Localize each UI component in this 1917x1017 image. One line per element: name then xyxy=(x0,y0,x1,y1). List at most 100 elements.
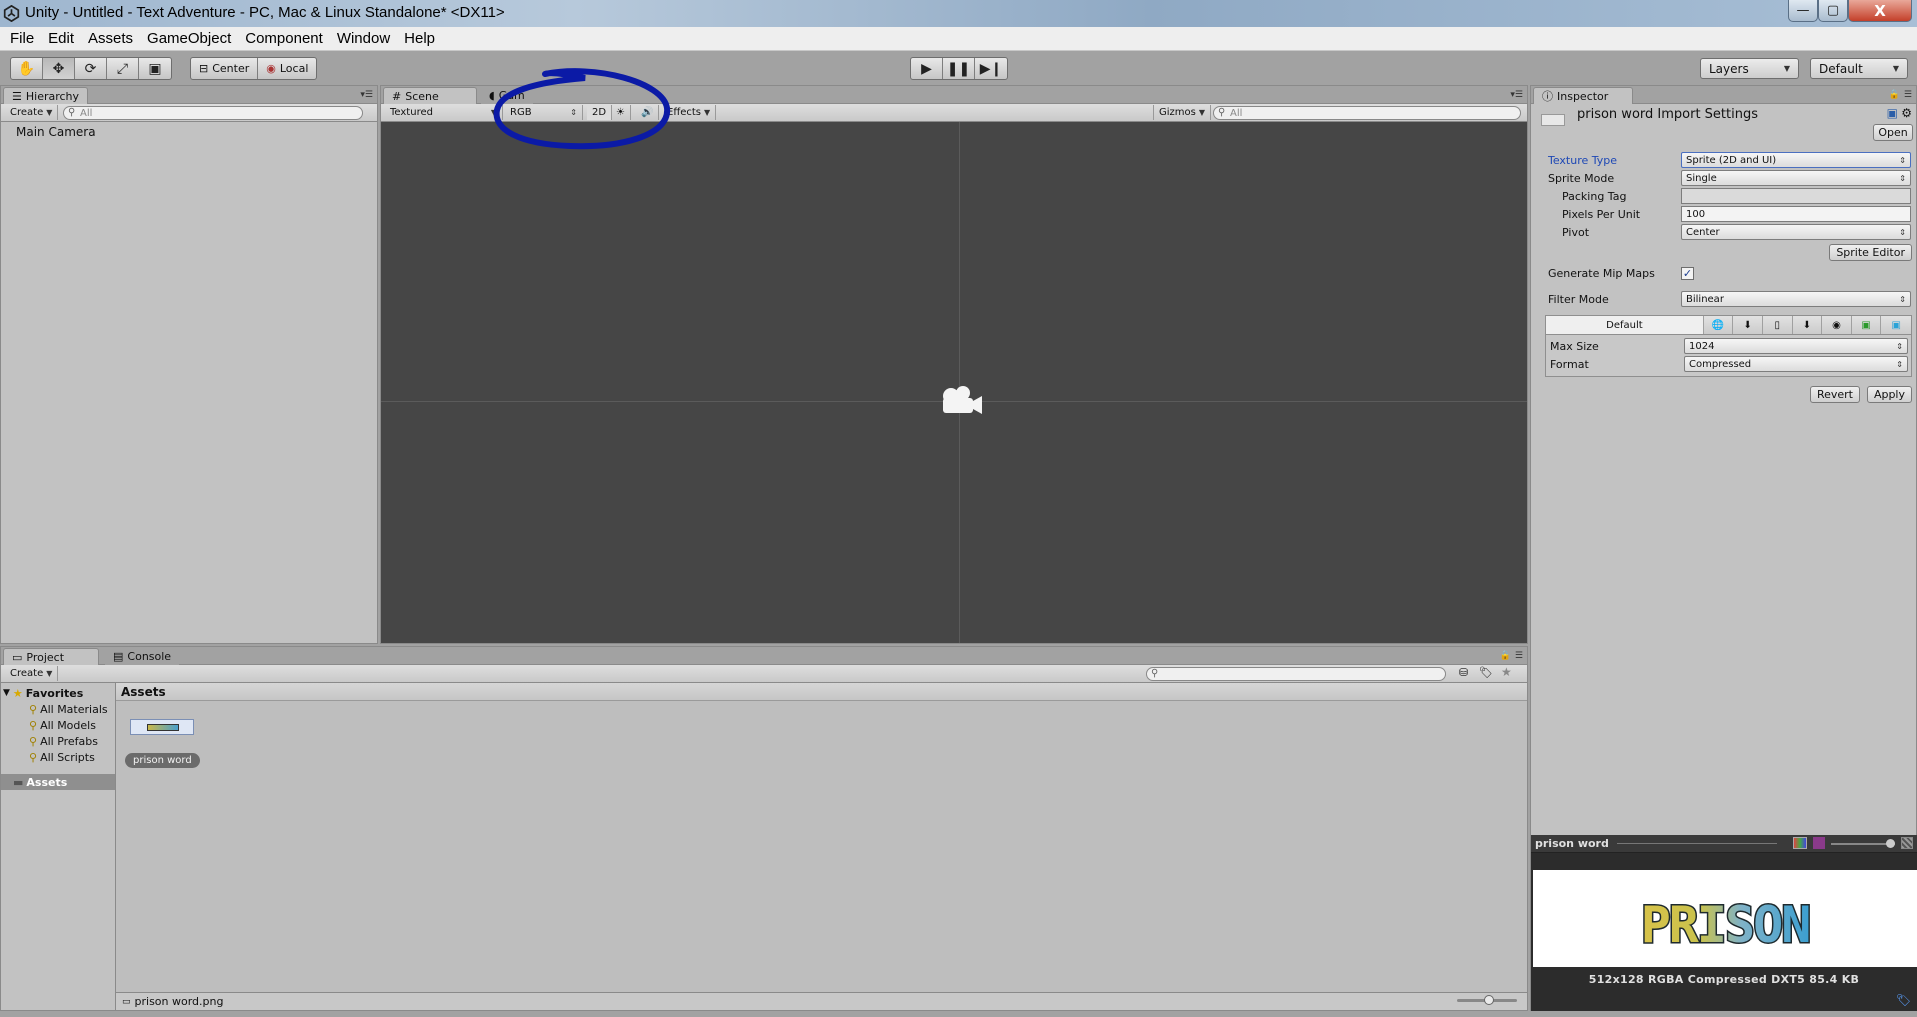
mode-2d-toggle[interactable]: 2D xyxy=(587,105,613,120)
step-icon[interactable]: ▶❙ xyxy=(975,58,1007,79)
max-size-dropdown[interactable]: 1024 ⇕ xyxy=(1684,338,1908,354)
menu-help[interactable]: Help xyxy=(397,30,442,47)
scale-tool-icon[interactable]: ⤢ xyxy=(107,58,139,79)
favorite-all-materials[interactable]: ⚲ All Materials xyxy=(1,701,115,717)
rgb-channel-icon[interactable] xyxy=(1793,837,1807,849)
favorite-star-icon[interactable]: ★ xyxy=(1501,665,1512,679)
search-icon: ⚲ xyxy=(1151,668,1159,679)
hand-tool-icon[interactable]: ✋ xyxy=(11,58,43,79)
alpha-channel-icon[interactable] xyxy=(1813,837,1825,849)
tab-platform-default[interactable]: Default xyxy=(1546,316,1704,334)
pixels-per-unit-input[interactable]: 100 xyxy=(1681,206,1911,222)
favorites-node[interactable]: ▼ ★ Favorites xyxy=(1,685,115,701)
icon-size-slider-knob[interactable] xyxy=(1484,995,1494,1005)
chevron-down-icon: ▼ xyxy=(46,108,53,117)
favorite-all-models[interactable]: ⚲ All Models xyxy=(1,717,115,733)
pixels-per-unit-row: Pixels Per Unit 100 xyxy=(1531,205,1916,223)
format-dropdown[interactable]: Compressed ⇕ xyxy=(1684,356,1908,372)
gear-icon[interactable]: ⚙ xyxy=(1901,106,1912,120)
mip-slider[interactable] xyxy=(1831,839,1895,848)
hierarchy-create-button[interactable]: Create ▼ xyxy=(5,105,59,120)
hierarchy-item-main-camera[interactable]: Main Camera xyxy=(1,122,377,141)
windows-phone-platform-icon[interactable]: ▣ xyxy=(1881,316,1911,334)
console-icon: ▤ xyxy=(113,650,124,663)
revert-button[interactable]: Revert xyxy=(1809,386,1860,403)
blackberry-platform-icon[interactable]: ◉ xyxy=(1822,316,1852,334)
panel-menu-icon[interactable]: ▾☰ xyxy=(360,90,373,100)
android-platform-icon[interactable]: ⬇ xyxy=(1793,316,1823,334)
standalone-platform-icon[interactable]: ⬇ xyxy=(1733,316,1763,334)
favorite-all-prefabs[interactable]: ⚲ All Prefabs xyxy=(1,733,115,749)
tab-console[interactable]: ▤ Console xyxy=(105,648,180,665)
project-search-input[interactable]: ⚲ xyxy=(1146,667,1446,681)
sprite-editor-button[interactable]: Sprite Editor xyxy=(1829,244,1912,261)
max-size-value: 1024 xyxy=(1689,340,1715,352)
tab-hierarchy[interactable]: ☰ Hierarchy xyxy=(3,87,89,104)
packing-tag-input[interactable] xyxy=(1681,188,1911,204)
pivot-center-toggle[interactable]: ⊟ Center xyxy=(191,58,259,79)
panel-menu-icon[interactable]: ▾☰ xyxy=(1510,90,1523,100)
windows-store-platform-icon[interactable]: ▣ xyxy=(1852,316,1882,334)
shading-mode-dropdown[interactable]: Textured ▼ xyxy=(385,105,503,120)
filter-by-type-icon[interactable]: ⛁ xyxy=(1459,666,1468,679)
lock-icon[interactable]: 🔒 xyxy=(1500,651,1511,661)
layers-dropdown[interactable]: Layers ▼ xyxy=(1700,58,1799,79)
pivot-local-toggle[interactable]: ◉ Local xyxy=(258,58,316,79)
render-mode-dropdown[interactable]: RGB ⇕ xyxy=(505,105,583,120)
menu-edit[interactable]: Edit xyxy=(41,30,81,47)
web-platform-icon[interactable]: 🌐 xyxy=(1704,316,1734,334)
maximize-button[interactable]: ▢ xyxy=(1818,0,1848,22)
mip-level-icon[interactable] xyxy=(1901,837,1913,849)
lock-icon[interactable]: 🔒 xyxy=(1889,90,1900,100)
menu-file[interactable]: File xyxy=(3,30,41,47)
asset-label-tag-icon[interactable]: 🏷 xyxy=(1896,993,1911,1007)
menu-gameobject[interactable]: GameObject xyxy=(140,30,238,47)
rotate-tool-icon[interactable]: ⟳ xyxy=(75,58,107,79)
format-label: Format xyxy=(1550,357,1589,371)
sprite-mode-dropdown[interactable]: Single ⇕ xyxy=(1681,170,1911,186)
assets-folder-node[interactable]: ▬ Assets xyxy=(1,774,115,790)
open-button[interactable]: Open xyxy=(1873,124,1913,141)
filter-mode-dropdown[interactable]: Bilinear ⇕ xyxy=(1681,291,1911,307)
play-icon[interactable]: ▶ xyxy=(911,58,943,79)
move-tool-icon[interactable]: ✥ xyxy=(43,58,75,79)
mip-slider-knob[interactable] xyxy=(1886,839,1895,848)
texture-preview-panel: prison word PRISON 512x128 RGBA Compress… xyxy=(1531,835,1917,1011)
scene-search-input[interactable]: ⚲ All xyxy=(1213,106,1521,120)
asset-name-label[interactable]: prison word xyxy=(125,753,200,768)
tab-game[interactable]: ◖Game xyxy=(481,87,533,104)
help-icon[interactable]: ▣ xyxy=(1887,106,1898,120)
lighting-toggle[interactable]: ☀ xyxy=(611,105,631,120)
filter-by-label-icon[interactable]: 🏷 xyxy=(1479,666,1493,679)
rect-tool-icon[interactable]: ▣ xyxy=(139,58,171,79)
pivot-dropdown[interactable]: Center ⇕ xyxy=(1681,224,1911,240)
mip-maps-checkbox[interactable]: ✓ xyxy=(1681,266,1694,280)
ios-platform-icon[interactable]: ▯ xyxy=(1763,316,1793,334)
favorite-all-scripts[interactable]: ⚲ All Scripts xyxy=(1,749,115,765)
pause-icon[interactable]: ❚❚ xyxy=(943,58,975,79)
close-button[interactable]: X xyxy=(1848,0,1912,22)
hierarchy-search-input[interactable]: ⚲ All xyxy=(63,106,363,120)
panel-menu-icon[interactable]: ☰ xyxy=(1904,90,1912,100)
texture-type-dropdown[interactable]: Sprite (2D and UI) ⇕ xyxy=(1681,152,1911,168)
tab-inspector[interactable]: ⓘ Inspector xyxy=(1533,87,1633,104)
menu-window[interactable]: Window xyxy=(330,30,397,47)
panel-menu-icon[interactable]: ☰ xyxy=(1515,651,1523,661)
asset-thumbnail-prison-word[interactable] xyxy=(130,719,194,735)
sprite-mode-label: Sprite Mode xyxy=(1548,171,1615,185)
audio-toggle[interactable]: 🔊 xyxy=(636,105,660,120)
camera-gizmo-icon[interactable] xyxy=(938,384,984,418)
icon-size-slider[interactable] xyxy=(1457,995,1517,1005)
project-create-button[interactable]: Create ▼ xyxy=(5,666,59,681)
minimize-button[interactable]: — xyxy=(1788,0,1818,22)
scene-viewport[interactable] xyxy=(381,122,1527,643)
gizmos-dropdown[interactable]: Gizmos ▼ xyxy=(1153,105,1212,120)
tab-project[interactable]: ▭ Project xyxy=(3,648,99,665)
pixels-per-unit-label: Pixels Per Unit xyxy=(1562,207,1641,221)
tab-scene[interactable]: # Scene xyxy=(383,87,477,104)
apply-button[interactable]: Apply xyxy=(1866,386,1912,403)
layout-dropdown[interactable]: Default ▼ xyxy=(1810,58,1908,79)
effects-dropdown[interactable]: Effects ▼ xyxy=(662,105,717,120)
menu-component[interactable]: Component xyxy=(238,30,330,47)
menu-assets[interactable]: Assets xyxy=(81,30,140,47)
